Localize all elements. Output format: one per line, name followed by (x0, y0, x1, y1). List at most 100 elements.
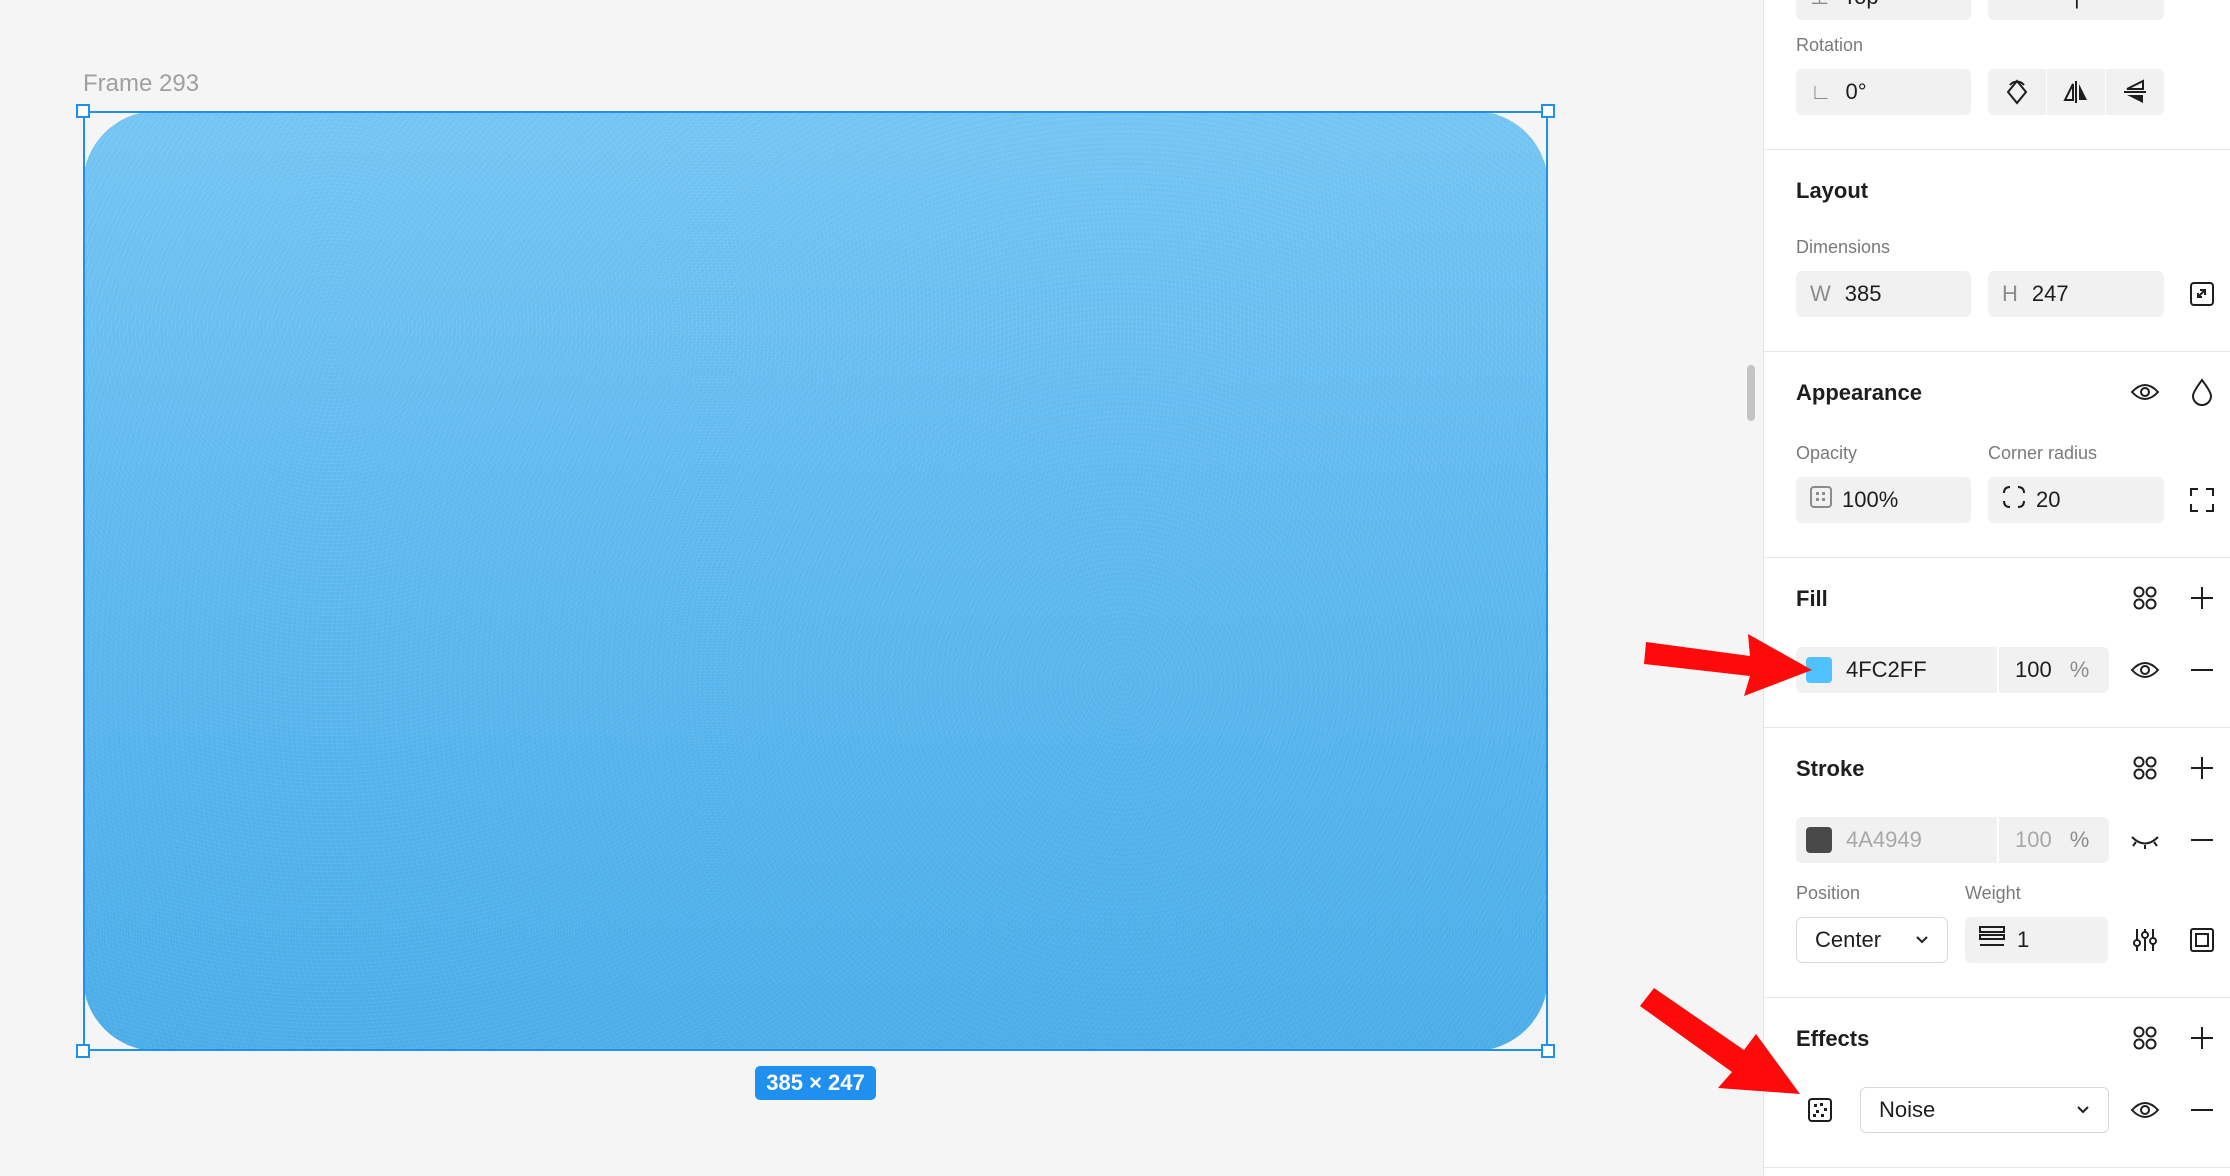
size-badge: 385 × 247 (755, 1066, 876, 1100)
rotation-value: 0° (1845, 79, 1867, 104)
add-fill-button[interactable] (2183, 579, 2221, 617)
fill-visibility-toggle[interactable] (2126, 651, 2164, 689)
resize-to-fit-button[interactable] (2183, 275, 2221, 313)
eye-icon (2130, 384, 2160, 400)
resize-handle-top-left[interactable] (76, 104, 90, 118)
design-canvas[interactable]: Frame 293 385 × 247 (0, 0, 1763, 1176)
dimensions-label: Dimensions (1796, 237, 1891, 257)
text-cursor: | (2074, 0, 2080, 10)
plus-icon (2191, 1027, 2213, 1049)
remove-effect-button[interactable] (2183, 1091, 2221, 1129)
panel-scrollbar[interactable] (1747, 365, 1755, 421)
remove-stroke-button[interactable] (2183, 821, 2221, 859)
stroke-color-swatch[interactable] (1806, 827, 1832, 853)
flip-horizontal-icon (2063, 81, 2087, 103)
corner-radius-value: 20 (2036, 487, 2061, 512)
stroke-sides-button[interactable] (2183, 921, 2221, 959)
rotate-button[interactable] (1988, 69, 2046, 115)
align-top-icon: ⊥ (1810, 0, 1829, 10)
divider (1763, 351, 2230, 352)
stroke-position-select[interactable]: Center (1796, 917, 1948, 963)
drop-icon (2191, 378, 2213, 406)
stroke-opacity-input[interactable]: 100 % (1999, 817, 2109, 863)
visibility-toggle[interactable] (2126, 373, 2164, 411)
divider (1763, 149, 2230, 150)
stroke-opacity-value: 100 (2015, 827, 2052, 852)
opacity-input[interactable]: 100% (1796, 477, 1971, 523)
eye-icon (2130, 662, 2160, 678)
eye-closed-icon (2131, 836, 2159, 849)
effect-type-value: Noise (1879, 1097, 1936, 1122)
stroke-hex-value: 4A4949 (1846, 827, 1922, 852)
noise-texture (83, 111, 1548, 1051)
corner-radius-icon (2002, 485, 2026, 515)
fill-hex-value: 4FC2FF (1846, 657, 1927, 682)
independent-corners-button[interactable] (2183, 481, 2221, 519)
fill-styles-button[interactable] (2126, 579, 2164, 617)
effect-visibility-toggle[interactable] (2126, 1091, 2164, 1129)
constraint-field-2[interactable]: | (1988, 0, 2164, 20)
fill-color-input[interactable]: 4FC2FF (1796, 647, 1997, 693)
effects-styles-button[interactable] (2126, 1019, 2164, 1057)
angle-icon: ∟ (1810, 79, 1832, 104)
opacity-icon (1810, 486, 1832, 514)
fill-color-swatch[interactable] (1806, 657, 1832, 683)
effects-title: Effects (1796, 1026, 1870, 1051)
height-input[interactable]: H 247 (1988, 271, 2164, 317)
effect-type-select[interactable]: Noise (1860, 1087, 2109, 1133)
flip-vertical-icon (2124, 79, 2146, 103)
rotation-label: Rotation (1796, 35, 1864, 55)
add-effect-button[interactable] (2183, 1019, 2221, 1057)
minus-icon (2191, 839, 2213, 841)
stroke-weight-input[interactable]: 1 (1965, 917, 2108, 963)
opacity-value: 100% (1842, 487, 1899, 512)
chevron-down-icon (1916, 936, 1928, 944)
minus-icon (2191, 1109, 2213, 1111)
plus-icon (2191, 757, 2213, 779)
resize-handle-bottom-left[interactable] (76, 1044, 90, 1058)
opacity-label: Opacity (1796, 443, 1858, 463)
blend-mode-button[interactable] (2183, 373, 2221, 411)
divider (1763, 727, 2230, 728)
stroke-weight-value: 1 (2017, 927, 2030, 952)
rotate-icon (2006, 79, 2028, 105)
stroke-position-value: Center (1815, 927, 1882, 952)
stroke-styles-button[interactable] (2126, 749, 2164, 787)
chevron-down-icon (2077, 1106, 2089, 1114)
width-input[interactable]: W 385 (1796, 271, 1971, 317)
remove-fill-button[interactable] (2183, 651, 2221, 689)
fill-opacity-input[interactable]: 100 % (1999, 647, 2109, 693)
stroke-title: Stroke (1796, 756, 1865, 781)
divider (1763, 557, 2230, 558)
fill-percent-sign: % (2069, 657, 2090, 682)
noise-icon (1808, 1098, 1832, 1122)
resize-to-fit-icon (2190, 282, 2214, 306)
flip-vertical-button[interactable] (2106, 69, 2164, 115)
add-stroke-button[interactable] (2183, 749, 2221, 787)
width-value: 385 (1844, 281, 1882, 306)
resize-handle-bottom-right[interactable] (1541, 1044, 1555, 1058)
styles-icon (2133, 1026, 2157, 1050)
border-sides-icon (2190, 928, 2214, 952)
divider (1763, 997, 2230, 998)
constraint-field[interactable]: ⊥ Top (1796, 0, 1971, 20)
layout-title: Layout (1796, 178, 1869, 203)
frame-label[interactable]: Frame 293 (83, 70, 199, 98)
corner-radius-input[interactable]: 20 (1988, 477, 2164, 523)
plus-icon (2191, 587, 2213, 609)
stroke-settings-button[interactable] (2126, 921, 2164, 959)
effect-settings-button[interactable] (1801, 1091, 1839, 1129)
stroke-color-input[interactable]: 4A4949 (1796, 817, 1997, 863)
width-prefix: W (1810, 281, 1831, 306)
eye-icon (2130, 1102, 2160, 1118)
fill-opacity-value: 100 (2015, 657, 2052, 682)
divider (1763, 1167, 2230, 1168)
minus-icon (2191, 669, 2213, 671)
rotation-input[interactable]: ∟ 0° (1796, 69, 1971, 115)
flip-horizontal-button[interactable] (2047, 69, 2105, 115)
stroke-weight-icon (1979, 925, 2005, 955)
stroke-visibility-toggle[interactable] (2126, 821, 2164, 859)
resize-handle-top-right[interactable] (1541, 104, 1555, 118)
frame-shape[interactable] (83, 111, 1548, 1051)
stroke-weight-label: Weight (1965, 883, 2021, 903)
